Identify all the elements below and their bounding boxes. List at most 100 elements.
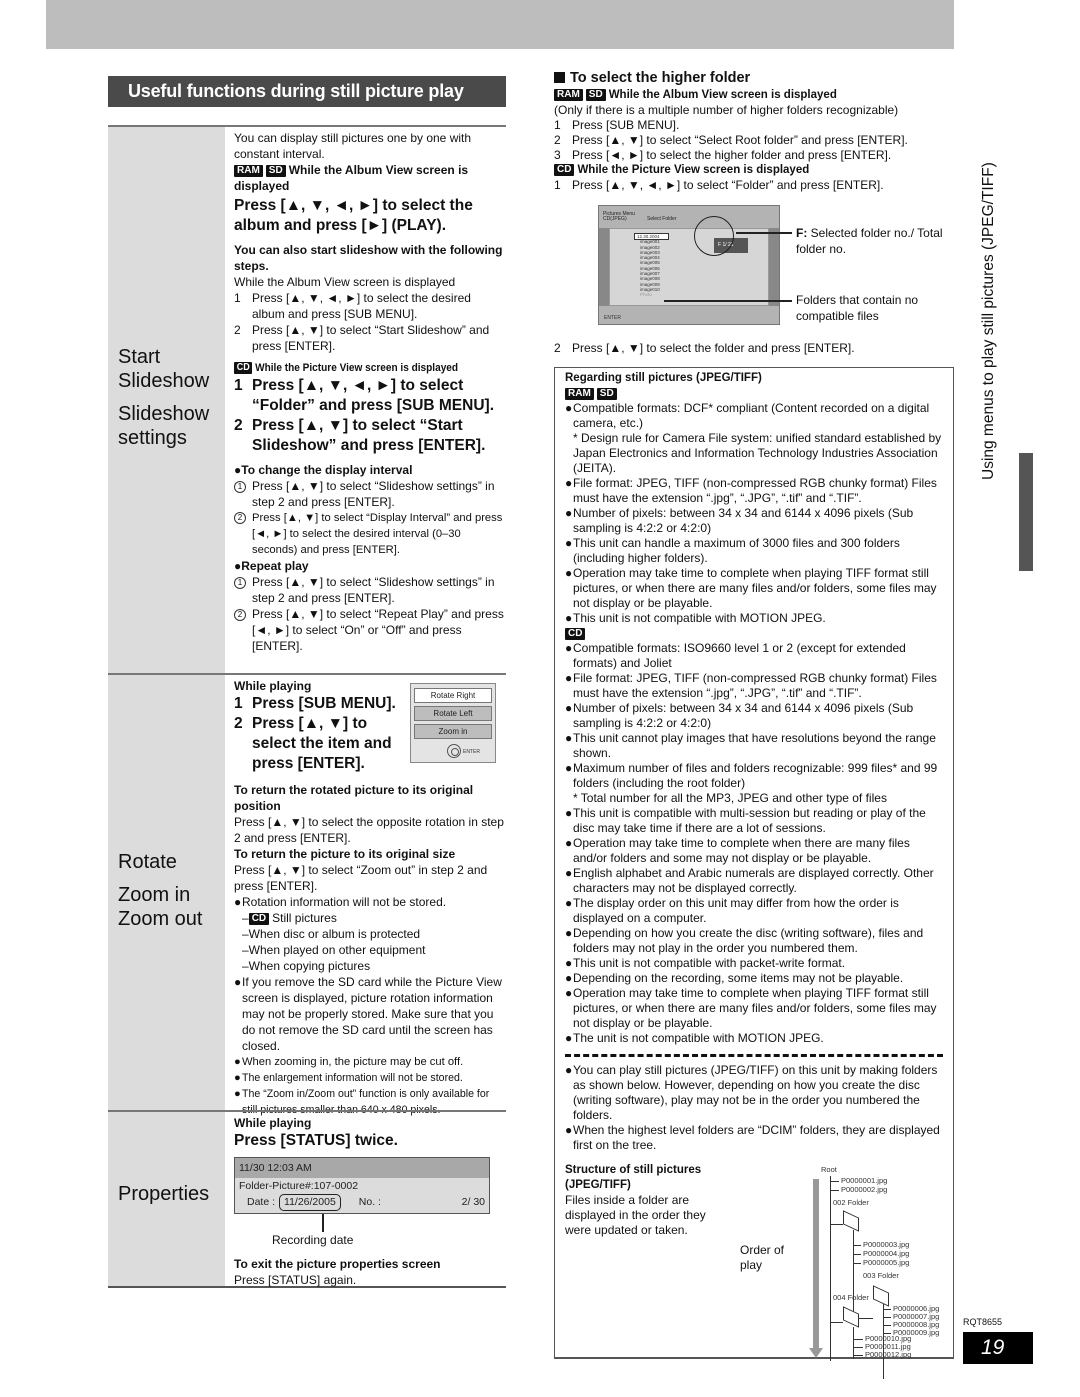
return-size-title: To return the picture to its original si… [234, 847, 456, 861]
annot-no-compat: Folders that contain no compatible files [796, 293, 919, 323]
enter-button-icon [447, 744, 461, 758]
cd-step: 2 Press [▲, ▼] to select “Start Slideshow… [234, 417, 486, 454]
label-settings: settings [118, 427, 187, 449]
bullet-item: ● This unit is not compatible with packet… [565, 956, 846, 970]
higher-note: (Only if there is a multiple number of h… [554, 103, 899, 117]
ramsd-condition: RAM SD While the Album View screen is disp… [234, 163, 469, 193]
return-size-text: Press [▲, ▼] to select “Zoom out” in ste… [234, 863, 488, 893]
note-dash: –When played on other equipment [242, 943, 426, 957]
bullet-item: ● File format: JPEG, TIFF (non-compressed… [565, 671, 937, 700]
cd-condition: CD While the Picture View screen is displ… [234, 360, 479, 376]
order-arrow [813, 1179, 819, 1349]
higher-cd-step: 2 Press [▲, ▼] to select the folder and p… [554, 341, 855, 355]
interval-title: ●To change the display interval [234, 463, 413, 477]
bullet-item: ● Compatible formats: DCF* compliant (Con… [565, 401, 930, 430]
label-zoom-in: Zoom in [118, 884, 191, 906]
higher-cd-step: 1 Press [▲, ▼, ◄, ►] to select “Folder” a… [554, 178, 884, 192]
regarding-title: Regarding still pictures (JPEG/TIFF) [565, 372, 762, 384]
folder-icon [873, 1285, 889, 1307]
note-dash: –When copying pictures [242, 959, 371, 973]
date-value: 11/26/2005 [279, 1194, 341, 1211]
label-slideshow: Slideshow [118, 370, 210, 392]
bullet-item: ● Compatible formats: ISO9660 level 1 or … [565, 641, 906, 670]
bullet-item: ● You can play still pictures (JPEG/TIFF)… [565, 1063, 938, 1122]
bullet-item: ● Number of pixels: between 34 x 34 and 6… [565, 701, 914, 730]
properties-step: Press [STATUS] twice. [234, 1132, 398, 1149]
also-title: You can also start slideshow with the fo… [234, 243, 503, 273]
exit-title: To exit the picture properties screen [234, 1257, 441, 1271]
higher-step: 3 Press [◄, ►] to select the higher folde… [554, 148, 892, 162]
bullet-item: ● This unit is compatible with multi-sess… [565, 806, 926, 835]
footnote: * Design rule for Camera File system: un… [573, 431, 942, 475]
order-arrow-head [809, 1348, 823, 1358]
status-screen: 11/30 12:03 AM Folder-Picture#:107-0002 … [234, 1157, 490, 1214]
submenu-illustration: Rotate Right Rotate Left Zoom in ENTER [410, 683, 496, 763]
higher-step: 1 Press [SUB MENU]. [554, 118, 680, 132]
after-list: ● You can play still pictures (JPEG/TIFF)… [565, 1063, 943, 1153]
exit-text: Press [STATUS] again. [234, 1273, 357, 1287]
slideshow-main-step: Press [▲, ▼, ◄, ►] to select the album a… [234, 197, 473, 234]
note-dash: –When disc or album is protected [242, 927, 421, 941]
row-rotate: Rotate Zoom in Zoom out While playing 1P… [108, 673, 506, 1116]
select-folder-illustration: Pictures Menu CD(JPEG) Select Folder 12.3… [554, 201, 954, 341]
model-code: RQT8655 [963, 1317, 1003, 1327]
no-value: 2/ 30 [461, 1196, 485, 1208]
annot-folder-no: F: Selected folder no./ Total folder no. [796, 226, 943, 256]
bullet-item: ● English alphabet and Arabic numerals ar… [565, 866, 934, 895]
cd-step: 1 Press [▲, ▼, ◄, ►] to select “Folder” a… [234, 377, 494, 414]
higher-step: 2 Press [▲, ▼] to select “Select Root fol… [554, 133, 908, 147]
bullet-item: ● The display order on this unit may diff… [565, 896, 899, 925]
label-zoom-out: Zoom out [118, 908, 203, 930]
dashed-divider [565, 1054, 943, 1057]
note: ● The enlargement information will not be… [234, 1072, 463, 1084]
folder-icon [843, 1210, 859, 1232]
repeat-step: 2 Press [▲, ▼] to select “Repeat Play” an… [234, 606, 506, 654]
label-start: Start [118, 346, 161, 368]
note: ● If you remove the SD card while the Pic… [234, 975, 502, 1053]
ram-badge: RAM [234, 165, 263, 177]
also-condition: While the Album View screen is displayed [234, 275, 456, 289]
tree-file: P0000005.jpg [863, 1258, 910, 1267]
while-playing: While playing [234, 1116, 312, 1130]
bullet-item: ● When the highest level folders are “DCI… [565, 1123, 940, 1152]
tree-folder: 002 Folder [833, 1198, 869, 1207]
bullet-item: ● Operation may take time to complete whe… [565, 566, 937, 610]
menu-item-rotate-left[interactable]: Rotate Left [414, 706, 492, 721]
return-rot-text: Press [▲, ▼] to select the opposite rota… [234, 815, 504, 845]
no-label: No. : [358, 1196, 381, 1208]
status-datetime: 11/30 12:03 AM [235, 1158, 489, 1178]
interval-step: 1 Press [▲, ▼] to select “Slideshow setti… [234, 478, 506, 510]
recording-date-callout: Recording date [272, 1233, 354, 1247]
menu-item-zoom-in[interactable]: Zoom in [414, 724, 492, 739]
bullet-item: ● This unit cannot play images that have … [565, 731, 936, 760]
tree-file: P0000004.jpg [863, 1249, 910, 1258]
structure-title: Structure of still pictures (JPEG/TIFF) [565, 1164, 702, 1191]
note: ● Rotation information will not be stored… [234, 895, 447, 909]
tree-folder: 003 Folder [863, 1271, 899, 1280]
page-number: 19 [963, 1332, 1033, 1364]
label-slideshow-2: Slideshow [118, 403, 210, 425]
enter-icon: ENTER [604, 315, 621, 321]
side-tab-text: Using menus to play still pictures (JPEG… [980, 162, 997, 480]
return-rot-title: To return the rotated picture to its ori… [234, 783, 474, 813]
also-step: 2 Press [▲, ▼] to select “Start Slideshow… [234, 323, 490, 353]
bullet-item: ● Operation may take time to complete whe… [565, 986, 937, 1030]
footnote: * Total number for all the MP3, JPEG and… [573, 791, 887, 805]
status-folder: Folder-Picture#:107-0002 [239, 1180, 359, 1192]
side-tab-marker [1019, 453, 1033, 571]
section-title: Useful functions during still picture pl… [108, 76, 506, 107]
select-folder-screen: Pictures Menu CD(JPEG) Select Folder 12.3… [598, 205, 780, 325]
right-column: To select the higher folder RAM SD While t… [554, 68, 954, 1379]
folder-list-item[interactable]: Photo [634, 292, 669, 297]
menu-item-rotate-right[interactable]: Rotate Right [414, 688, 492, 703]
repeat-title: ●Repeat play [234, 559, 309, 573]
tree-root: Root [821, 1165, 837, 1174]
label-rotate: Rotate [118, 851, 177, 873]
note-cd: – CD Still pictures [242, 911, 337, 925]
structure-text: Files inside a folder are displayed in t… [565, 1193, 706, 1237]
sd-badge: SD [265, 165, 286, 177]
higher-cd-cond: CD While the Picture View screen is displ… [554, 163, 954, 178]
cd-badge: CD [234, 362, 253, 374]
tree-folder: 004 Folder [833, 1293, 869, 1302]
bullet-item: ● Maximum number of files and folders rec… [565, 761, 938, 790]
